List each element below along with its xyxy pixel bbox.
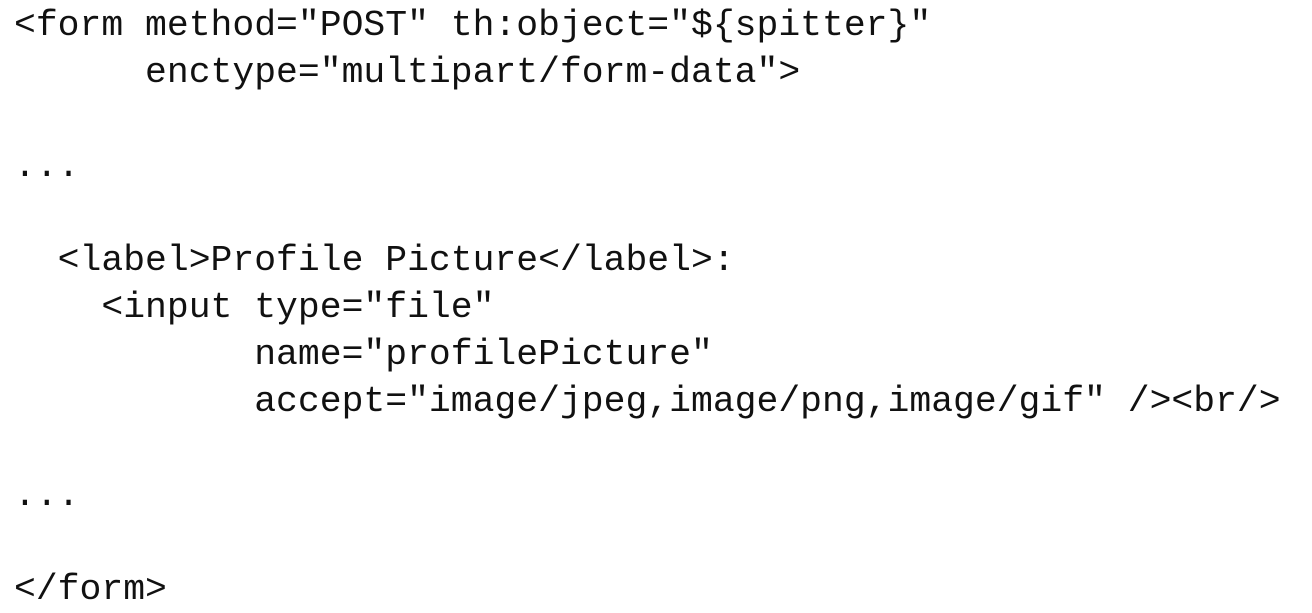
code-line: enctype="multipart/form-data"> — [14, 52, 801, 93]
code-line: <form method="POST" th:object="${spitter… — [14, 5, 932, 46]
code-line: name="profilePicture" — [14, 334, 713, 375]
code-listing: <form method="POST" th:object="${spitter… — [14, 2, 1281, 613]
code-line: ... — [14, 475, 80, 516]
code-line: accept="image/jpeg,image/png,image/gif" … — [14, 381, 1281, 422]
code-line: ... — [14, 146, 80, 187]
code-line: </form> — [14, 569, 167, 610]
code-line: <label>Profile Picture</label>: — [14, 240, 735, 281]
code-line: <input type="file" — [14, 287, 495, 328]
